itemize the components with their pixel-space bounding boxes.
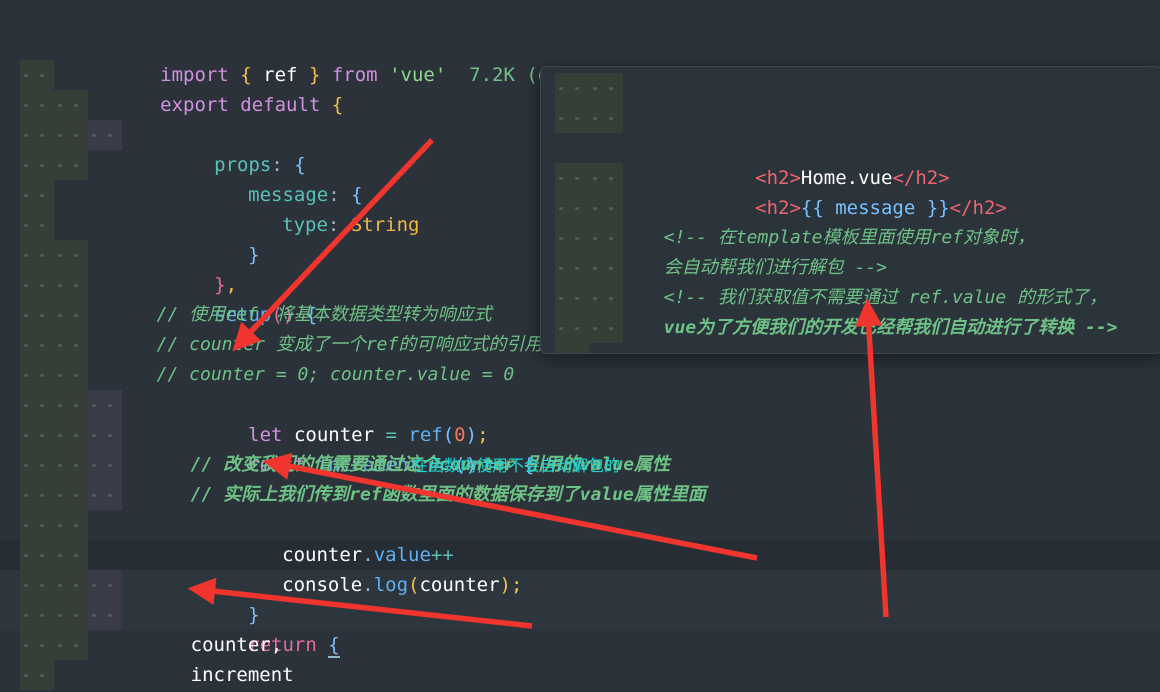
indent-guides <box>541 193 633 223</box>
code-line[interactable]: <h2>{{ message }}</h2> <box>541 103 1160 219</box>
token-mustache-message: {{ message }} <box>800 197 950 219</box>
indent-guides <box>0 150 92 180</box>
code-line[interactable]: } <box>0 510 1160 626</box>
token-export: export <box>160 94 229 116</box>
indent-guides <box>541 223 633 253</box>
token-default: default <box>240 94 321 116</box>
indent-guides <box>0 540 92 570</box>
indent-guides <box>0 600 122 630</box>
token-String: String <box>350 214 420 236</box>
bundle-size: 7.2K <box>469 64 515 86</box>
screen: import { ref } from 'vue' 7.2K (gzipped:… <box>0 0 1160 692</box>
indent-guides <box>0 510 92 540</box>
token-console: console <box>282 574 363 596</box>
token-h2-close: </h2> <box>949 197 1007 219</box>
indent-guides <box>0 660 92 690</box>
token-h2-open: <h2> <box>755 197 801 219</box>
token-counter: counter <box>419 574 500 596</box>
comment-use-ref: // 使用ref，将基本数据类型转为响应式 <box>156 304 492 325</box>
indent-guides <box>0 480 122 510</box>
indent-guides <box>541 283 633 313</box>
comment-counter-ref: // counter 变成了一个ref的可响应式的引用 <box>156 334 543 355</box>
indent-guides <box>0 210 92 240</box>
comment-stored-in-value: // 实际上我们传到ref函数里面的数据保存到了value属性里面 <box>190 484 706 505</box>
indent-guides <box>541 253 633 283</box>
comment-no-ref-value-1: <!-- 我们获取值不需要通过 ref.value 的形式了， <box>663 287 1108 308</box>
token-return-increment: increment <box>190 664 294 686</box>
token-module-name: 'vue' <box>389 64 447 86</box>
token-brace-close: } <box>248 244 260 266</box>
code-line[interactable]: <h2>Home.vue</h2> <box>541 73 1160 189</box>
indent-guides <box>541 73 633 103</box>
token-log: log <box>373 574 409 596</box>
indent-guides <box>541 103 633 133</box>
indent-guides <box>0 240 92 270</box>
token-semicolon: ; <box>511 574 523 596</box>
indent-guides <box>0 390 122 420</box>
indent-guides <box>0 300 92 330</box>
comment-template-unwrap-2: 会自动帮我们进行解包 --> <box>663 257 887 278</box>
code-line-active[interactable]: return { <box>0 540 1160 658</box>
token-type: type <box>282 214 328 236</box>
indent-guides <box>0 420 122 450</box>
token-brace-open: { <box>331 94 344 116</box>
comment-template-unwrap-1: <!-- 在template模板里面使用ref对象时， <box>663 227 1036 248</box>
indent-guides <box>0 570 122 600</box>
annotation-unwrap-note: 在函数内使用不会自动解包的 <box>412 456 621 475</box>
indent-guides <box>0 360 92 390</box>
indent-guides <box>0 270 92 300</box>
comment-counter-value: // counter = 0; counter.value = 0 <box>156 364 515 385</box>
template-preview-popup[interactable]: <h2>Home.vue</h2> <h2>{{ message }}</h2>… <box>540 66 1160 354</box>
token-return-counter: counter, <box>190 634 283 656</box>
indent-guides <box>0 330 92 360</box>
indent-guides <box>541 313 633 343</box>
indent-guides <box>0 450 122 480</box>
code-line[interactable]: import { ref } from 'vue' 7.2K (gzipped:… <box>0 0 1160 86</box>
token-brace-open: { <box>328 634 340 658</box>
indent-guides <box>0 630 92 660</box>
comment-no-ref-value-2: vue为了方便我们的开发已经帮我们自动进行了转换 --> <box>663 317 1118 338</box>
indent-guides <box>0 180 92 210</box>
indent-guides <box>541 163 633 193</box>
indent-guides <box>541 343 633 353</box>
